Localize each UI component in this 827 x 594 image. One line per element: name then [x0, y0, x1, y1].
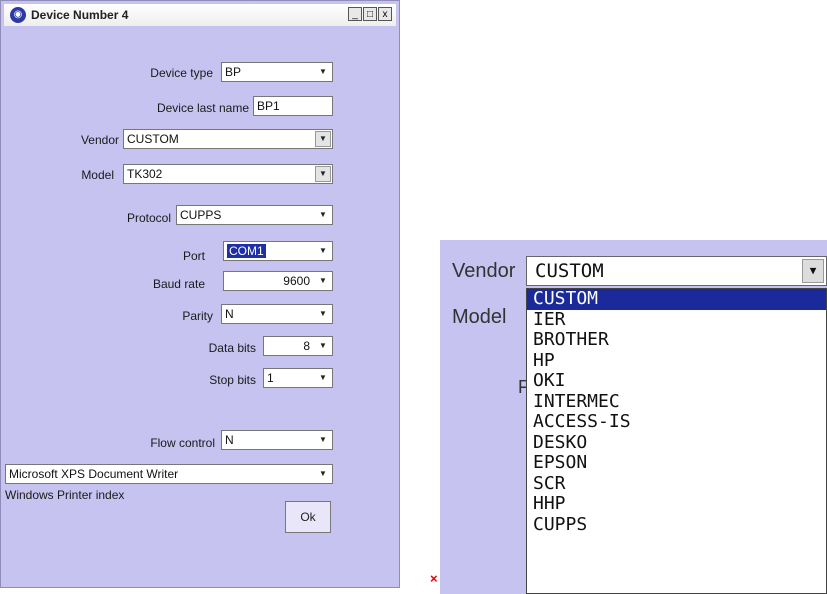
stop-bits-label: Stop bits [209, 373, 256, 387]
data-bits-value: 8 [303, 339, 310, 353]
baud-rate-select[interactable]: 9600 ▼ [223, 271, 333, 291]
vendor-option[interactable]: SCR [527, 473, 826, 495]
chevron-down-icon[interactable]: ▼ [315, 166, 331, 182]
device-type-label: Device type [150, 66, 213, 80]
stop-bits-select[interactable]: 1 ▼ [263, 368, 333, 388]
parity-label: Parity [182, 309, 213, 323]
chevron-down-icon[interactable]: ▼ [315, 370, 331, 386]
port-value: COM1 [227, 244, 266, 258]
chevron-down-icon[interactable]: ▼ [315, 432, 331, 448]
close-button[interactable]: x [378, 7, 392, 21]
vendor-option[interactable]: HP [527, 350, 826, 372]
flow-control-select[interactable]: N ▼ [221, 430, 333, 450]
chevron-down-icon[interactable]: ▼ [315, 64, 331, 80]
zoom-vendor-value: CUSTOM [535, 260, 604, 282]
window-title: Device Number 4 [31, 8, 129, 22]
zoom-inset: Vendor CUSTOM ▼ Model F CUSTOM IER BROTHER… [440, 240, 827, 594]
vendor-dropdown-list: CUSTOM IER BROTHER HP OKI INTERMEC ACCESS-IS DE… [526, 288, 827, 594]
protocol-select[interactable]: CUPPS ▼ [176, 205, 333, 225]
vendor-option[interactable]: EPSON [527, 452, 826, 474]
printer-value: Microsoft XPS Document Writer [9, 467, 179, 481]
port-select[interactable]: COM1 ▼ [223, 241, 333, 261]
maximize-button[interactable]: □ [363, 7, 377, 21]
baud-rate-label: Baud rate [152, 277, 205, 291]
flow-control-value: N [225, 433, 234, 447]
protocol-label: Protocol [126, 211, 171, 225]
chevron-down-icon[interactable]: ▼ [315, 273, 331, 289]
chevron-down-icon[interactable]: ▼ [315, 207, 331, 223]
protocol-value: CUPPS [180, 208, 222, 222]
printer-index-label: Windows Printer index [5, 488, 125, 502]
device-last-name-input[interactable]: BP1 [253, 96, 333, 116]
vendor-option[interactable]: OKI [527, 370, 826, 392]
vendor-label: Vendor [80, 133, 119, 147]
device-last-name-label: Device last name [156, 101, 249, 115]
vendor-option[interactable]: INTERMEC [527, 391, 826, 413]
device-dialog: ◉ Device Number 4 _ □ x Device type BP ▼… [0, 0, 400, 588]
device-type-select[interactable]: BP ▼ [221, 62, 333, 82]
device-type-value: BP [225, 65, 242, 79]
chevron-down-icon[interactable]: ▼ [315, 306, 331, 322]
zoom-vendor-select[interactable]: CUSTOM ▼ [526, 256, 827, 286]
vendor-select[interactable]: CUSTOM ▼ [123, 129, 333, 149]
vendor-option[interactable]: HHP [527, 493, 826, 515]
chevron-down-icon[interactable]: ▼ [315, 243, 331, 259]
vendor-option[interactable]: BROTHER [527, 329, 826, 351]
vendor-option[interactable]: CUPPS [527, 514, 826, 536]
vendor-option[interactable]: CUSTOM [527, 289, 826, 310]
flow-control-label: Flow control [150, 436, 215, 450]
vendor-value: CUSTOM [127, 132, 179, 146]
chevron-down-icon[interactable]: ▼ [315, 131, 331, 147]
zoom-vendor-label: Vendor [452, 260, 516, 282]
zoom-model-label: Model [452, 306, 507, 328]
data-bits-select[interactable]: 8 ▼ [263, 336, 333, 356]
port-label: Port [182, 249, 205, 263]
chevron-down-icon[interactable]: ▼ [802, 259, 824, 283]
parity-value: N [225, 307, 234, 321]
chevron-down-icon[interactable]: ▼ [315, 466, 331, 482]
model-select[interactable]: TK302 ▼ [123, 164, 333, 184]
chevron-down-icon[interactable]: ▼ [315, 338, 331, 354]
parity-select[interactable]: N ▼ [221, 304, 333, 324]
data-bits-label: Data bits [208, 341, 256, 355]
model-label: Model [81, 168, 114, 182]
baud-rate-value: 9600 [283, 274, 310, 288]
vendor-option[interactable]: ACCESS-IS [527, 411, 826, 433]
title-bar: ◉ Device Number 4 _ □ x [4, 4, 396, 26]
model-value: TK302 [127, 167, 163, 181]
printer-select[interactable]: Microsoft XPS Document Writer ▼ [5, 464, 333, 484]
stop-bits-value: 1 [267, 371, 274, 385]
vendor-option[interactable]: DESKO [527, 432, 826, 454]
globe-icon: ◉ [10, 7, 26, 23]
vendor-option[interactable]: IER [527, 309, 826, 331]
window-controls: _ □ x [348, 7, 392, 21]
ok-button[interactable]: Ok [285, 501, 331, 533]
minimize-button[interactable]: _ [348, 7, 362, 21]
